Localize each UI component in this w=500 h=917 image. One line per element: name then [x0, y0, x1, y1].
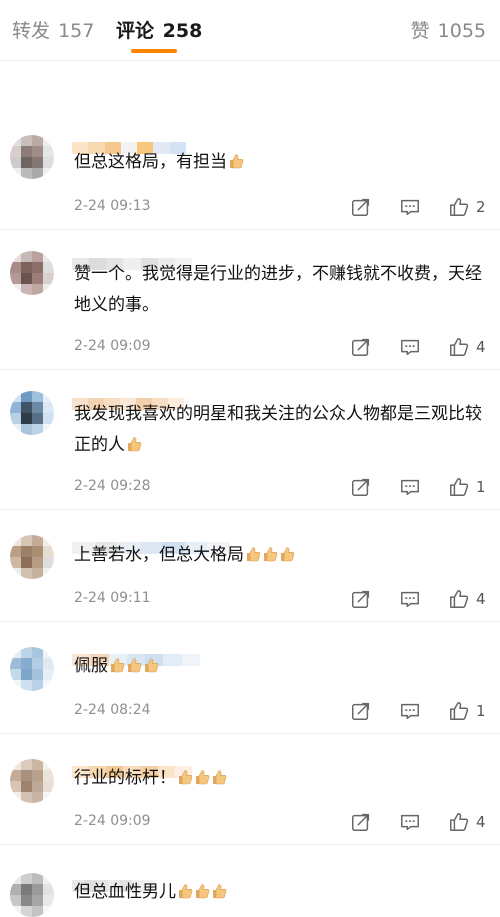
thumbs-up-emoji — [111, 658, 125, 673]
thumbs-up-emoji — [196, 884, 210, 899]
comment-icon — [401, 591, 419, 608]
like-button[interactable]: 4 — [448, 336, 486, 358]
thumbs-up-icon — [450, 702, 469, 720]
thumbs-up-icon — [450, 198, 469, 216]
avatar[interactable] — [10, 251, 54, 295]
comment-time: 2-24 09:13 — [74, 198, 151, 214]
tab-bar: 转发 157 评论 258 赞 1055 — [0, 0, 500, 61]
avatar[interactable] — [10, 759, 54, 803]
reply-button[interactable] — [399, 196, 421, 218]
share-button[interactable] — [350, 588, 372, 610]
thumbs-up-emoji — [247, 547, 261, 562]
tab-comments-label: 评论 — [116, 20, 155, 42]
tab-comments-count: 258 — [162, 20, 203, 42]
share-button[interactable] — [350, 476, 372, 498]
comment-time: 2-24 09:11 — [74, 590, 151, 606]
thumbs-up-emoji — [128, 437, 142, 452]
reply-button[interactable] — [399, 700, 421, 722]
share-icon — [352, 478, 370, 496]
reply-button[interactable] — [399, 336, 421, 358]
divider — [0, 733, 500, 734]
comment-text: 赞一个。我觉得是行业的进步，不赚钱就不收费，天经地义的事。 — [74, 259, 489, 321]
divider — [0, 229, 500, 230]
comment-icon — [401, 199, 419, 216]
tab-repost[interactable]: 转发 157 — [12, 16, 94, 43]
avatar[interactable] — [10, 135, 54, 179]
share-icon — [352, 590, 370, 608]
thumbs-up-emoji — [230, 154, 244, 169]
tab-likes-count: 1055 — [437, 20, 486, 42]
thumbs-up-emoji — [179, 770, 193, 785]
thumbs-up-emoji — [145, 658, 159, 673]
thumbs-up-icon — [450, 813, 469, 831]
share-icon — [352, 198, 370, 216]
reply-button[interactable] — [399, 811, 421, 833]
comment-text: 但总血性男儿 — [74, 877, 489, 908]
thumbs-up-emoji — [264, 547, 278, 562]
divider — [0, 621, 500, 622]
divider — [0, 509, 500, 510]
like-count: 1 — [476, 478, 486, 496]
share-button[interactable] — [350, 700, 372, 722]
comment-text: 行业的标杆！ — [74, 763, 489, 794]
like-count: 1 — [476, 702, 486, 720]
like-button[interactable]: 2 — [448, 196, 486, 218]
thumbs-up-emoji — [179, 884, 193, 899]
avatar[interactable] — [10, 391, 54, 435]
divider — [0, 844, 500, 845]
comment-icon — [401, 703, 419, 720]
share-button[interactable] — [350, 196, 372, 218]
like-count: 4 — [476, 338, 486, 356]
comment-icon — [401, 814, 419, 831]
comment-time: 2-24 09:09 — [74, 338, 151, 354]
tab-comments[interactable]: 评论 258 — [116, 16, 202, 43]
avatar[interactable] — [10, 647, 54, 691]
thumbs-up-emoji — [128, 658, 142, 673]
comment-time: 2-24 09:09 — [74, 813, 151, 829]
comment-text-content: 佩服 — [74, 656, 108, 676]
share-icon — [352, 338, 370, 356]
comment-text-content: 赞一个。我觉得是行业的进步，不赚钱就不收费，天经地义的事。 — [74, 264, 482, 315]
comment-text-content: 上善若水，但总大格局 — [74, 545, 244, 565]
share-icon — [352, 813, 370, 831]
tab-likes-label: 赞 — [410, 20, 430, 42]
thumbs-up-emoji — [213, 770, 227, 785]
tab-repost-count: 157 — [58, 20, 95, 42]
like-count: 4 — [476, 813, 486, 831]
thumbs-up-emoji — [213, 884, 227, 899]
comment-text-content: 但总这格局，有担当 — [74, 152, 227, 172]
reply-button[interactable] — [399, 476, 421, 498]
reply-button[interactable] — [399, 588, 421, 610]
divider — [0, 369, 500, 370]
comment-text: 但总这格局，有担当 — [74, 147, 489, 178]
comment-text-content: 行业的标杆！ — [74, 768, 176, 788]
like-count: 4 — [476, 590, 486, 608]
tab-likes[interactable]: 赞 1055 — [411, 16, 486, 43]
share-button[interactable] — [350, 811, 372, 833]
comment-icon — [401, 479, 419, 496]
comment-text: 上善若水，但总大格局 — [74, 540, 489, 571]
avatar[interactable] — [10, 873, 54, 917]
share-icon — [352, 702, 370, 720]
thumbs-up-emoji — [196, 770, 210, 785]
like-button[interactable]: 4 — [448, 811, 486, 833]
comment-icon — [401, 339, 419, 356]
avatar[interactable] — [10, 535, 54, 579]
comment-text: 佩服 — [74, 651, 489, 682]
thumbs-up-emoji — [281, 547, 295, 562]
thumbs-up-icon — [450, 478, 469, 496]
thumbs-up-icon — [450, 338, 469, 356]
like-count: 2 — [476, 198, 486, 216]
like-button[interactable]: 1 — [448, 476, 486, 498]
like-button[interactable]: 4 — [448, 588, 486, 610]
comment-text: 我发现我喜欢的明星和我关注的公众人物都是三观比较正的人 — [74, 399, 489, 461]
comment-text-content: 但总血性男儿 — [74, 882, 176, 902]
like-button[interactable]: 1 — [448, 700, 486, 722]
comment-time: 2-24 09:28 — [74, 478, 151, 494]
active-tab-indicator — [131, 49, 177, 53]
thumbs-up-icon — [450, 590, 469, 608]
comment-time: 2-24 08:24 — [74, 702, 151, 718]
tab-repost-label: 转发 — [12, 20, 51, 42]
share-button[interactable] — [350, 336, 372, 358]
